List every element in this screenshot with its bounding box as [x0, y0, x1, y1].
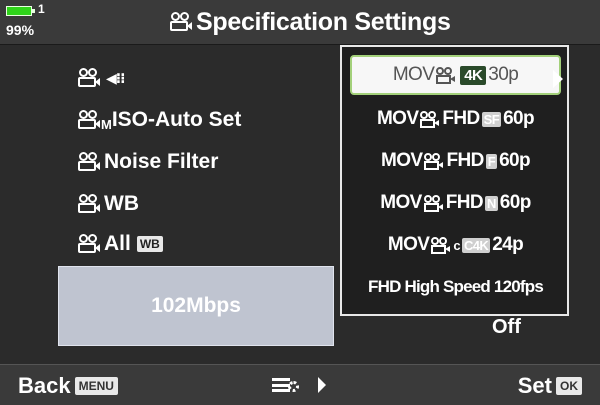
movie-camera-icon [78, 110, 100, 130]
menu-item-noise-filter[interactable]: Noise Filter [78, 146, 218, 178]
menu-item-label: Noise Filter [104, 150, 219, 173]
right-arrow-icon [553, 70, 563, 88]
codec-option-c4k-24p[interactable]: MOV c C4K 24p [350, 225, 561, 265]
movie-camera-icon [423, 194, 444, 212]
wb-badge: WB [136, 236, 163, 252]
bitrate-setting[interactable]: 102Mbps [58, 266, 334, 346]
option-framerate: 30p [488, 64, 519, 85]
option-container: MOV [387, 234, 430, 255]
option-framerate: 60p [499, 192, 532, 213]
option-container: MOV [380, 150, 423, 171]
movie-camera-icon [436, 66, 456, 84]
quality-chip: F [485, 153, 498, 169]
bitrate-value: 102Mbps [151, 294, 241, 317]
movie-camera-icon [420, 110, 440, 128]
battery-level: 1 [38, 2, 45, 16]
top-bar: 1 99% Specification Settings [0, 0, 600, 45]
menu-item-label: ISO-Auto Set [111, 108, 242, 131]
option-resolution: FHD [446, 150, 484, 171]
codec-arrows-icon: ◀⁝⁝ [106, 69, 125, 86]
resolution-chip: 4K [460, 65, 487, 85]
battery-percent: 99% [6, 22, 35, 38]
menu-item-label: WB [104, 192, 139, 215]
option-container: MOV [380, 192, 422, 213]
codec-option-fhd-f-60p[interactable]: MOV FHD F 60p [350, 141, 561, 181]
quality-chip: SF [481, 111, 502, 127]
option-framerate: 60p [503, 108, 535, 129]
option-container: MOV [376, 108, 419, 129]
movie-camera-icon [170, 12, 192, 32]
option-container: MOV [392, 64, 435, 85]
set-label: Set [517, 373, 552, 398]
settings-menu-icon[interactable] [272, 375, 326, 395]
page-title: Specification Settings [196, 7, 451, 36]
option-framerate: 60p [499, 150, 531, 171]
option-value-off: Off [492, 316, 521, 338]
movie-camera-icon [78, 152, 100, 172]
movie-camera-icon [78, 234, 100, 254]
resolution-chip: C4K [461, 237, 491, 253]
menu-item-wb[interactable]: WB [78, 188, 139, 220]
movie-camera-icon [431, 236, 451, 254]
mode-m-label: M [101, 116, 112, 132]
option-label: FHD High Speed 120fps [368, 277, 544, 296]
back-button[interactable]: Back MENU [18, 373, 118, 399]
movie-camera-icon [78, 68, 100, 88]
bottom-bar: Back MENU Set OK [0, 364, 600, 405]
codec-option-fhd-high-speed[interactable]: FHD High Speed 120fps [350, 267, 561, 307]
set-button[interactable]: Set OK [518, 373, 582, 399]
movie-camera-icon [424, 152, 444, 170]
option-framerate: 24p [492, 234, 524, 255]
codec-option-fhd-n-60p[interactable]: MOV FHD N 60p [350, 183, 561, 223]
codec-options-popup: MOV 4K 30p MOV FHD SF 60p MOV FHD F 60p … [340, 45, 569, 316]
codec-option-4k-30p[interactable]: MOV 4K 30p [350, 55, 561, 95]
battery-icon [6, 4, 36, 18]
menu-item-iso-auto-set[interactable]: M ISO-Auto Set [78, 104, 241, 136]
movie-camera-icon [78, 194, 100, 214]
menu-item-all-wb[interactable]: All WB [78, 228, 163, 260]
quality-chip: N [484, 195, 498, 211]
page-title-wrap: Specification Settings [170, 8, 451, 36]
option-sub: c [453, 237, 460, 253]
menu-item-codec[interactable]: ◀⁝⁝ [78, 62, 125, 94]
option-resolution: FHD [442, 108, 480, 129]
menu-button-badge: MENU [74, 377, 118, 395]
codec-option-fhd-sf-60p[interactable]: MOV FHD SF 60p [350, 99, 561, 139]
back-label: Back [18, 373, 71, 398]
ok-button-badge: OK [556, 377, 582, 395]
option-resolution: FHD [445, 192, 484, 213]
menu-item-label: All [104, 232, 131, 255]
